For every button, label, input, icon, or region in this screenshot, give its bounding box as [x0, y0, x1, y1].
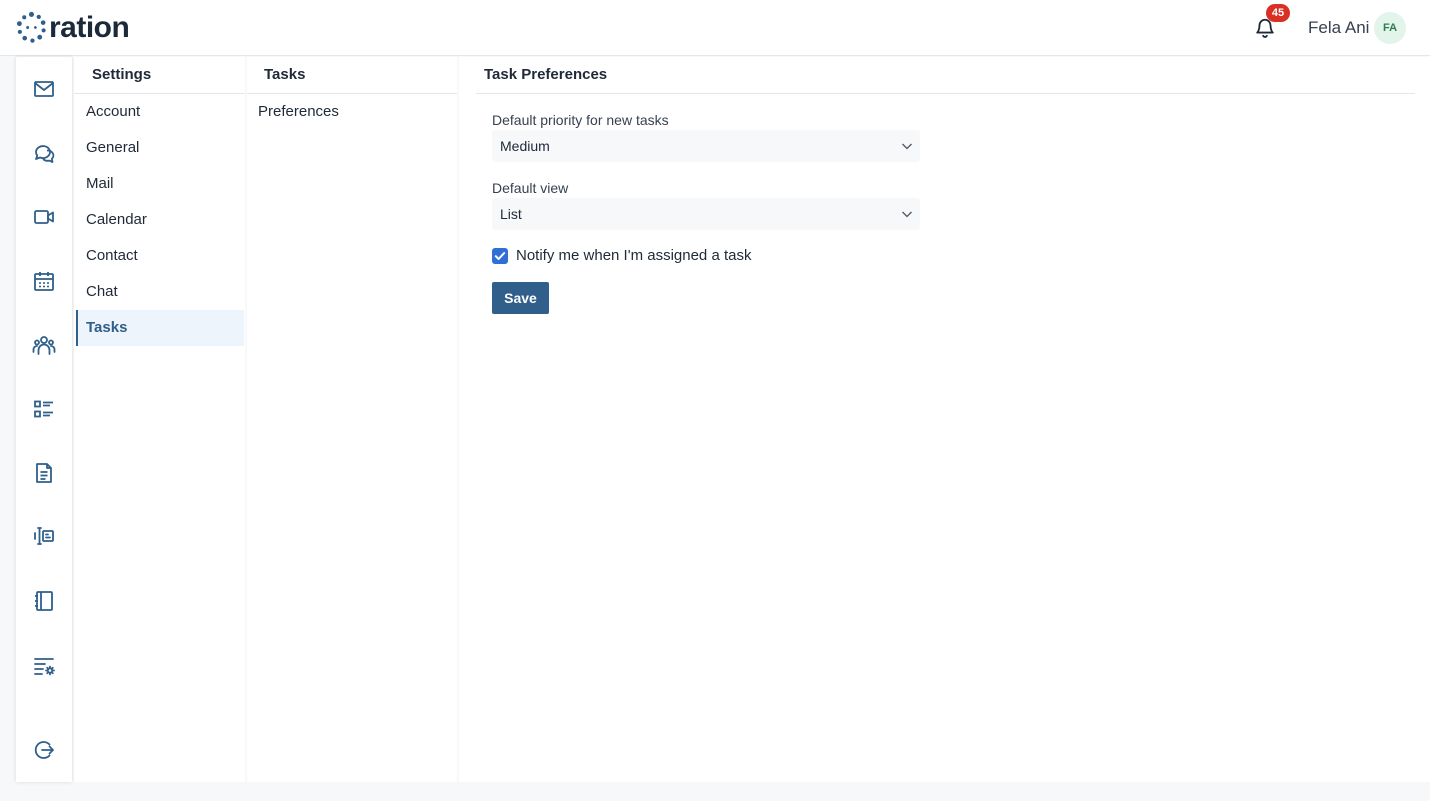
- submenu-item-preferences[interactable]: Preferences: [258, 94, 339, 130]
- calendar-icon[interactable]: [32, 269, 56, 293]
- settings-title: Settings: [74, 57, 245, 94]
- document-icon[interactable]: [32, 461, 56, 485]
- settings-item-account[interactable]: Account: [76, 94, 244, 130]
- view-select-value: List: [500, 206, 522, 222]
- notify-checkbox-label[interactable]: Notify me when I'm assigned a task: [516, 247, 751, 264]
- settings-panel: Settings Account General Mail Calendar C…: [74, 57, 245, 782]
- view-label: Default view: [492, 180, 569, 196]
- priority-select[interactable]: Medium: [492, 130, 920, 162]
- mail-icon[interactable]: [32, 77, 56, 101]
- tasks-icon[interactable]: [32, 397, 56, 421]
- kanban-icon[interactable]: [32, 524, 56, 548]
- checkmark-icon: [494, 252, 506, 260]
- tasks-submenu-title: Tasks: [247, 57, 457, 94]
- save-button[interactable]: Save: [492, 282, 549, 314]
- user-name[interactable]: Fela Ani: [1308, 18, 1369, 38]
- settings-item-general[interactable]: General: [76, 130, 244, 166]
- priority-label: Default priority for new tasks: [492, 112, 669, 128]
- top-header: ration 45 Fela Ani FA: [0, 0, 1430, 56]
- settings-item-calendar[interactable]: Calendar: [76, 202, 244, 238]
- chevron-down-icon: [902, 143, 912, 150]
- chevron-down-icon: [902, 211, 912, 218]
- settings-item-chat[interactable]: Chat: [76, 274, 244, 310]
- chat-icon[interactable]: [32, 141, 56, 165]
- avatar[interactable]: FA: [1374, 12, 1406, 44]
- priority-select-value: Medium: [500, 138, 550, 154]
- contacts-icon[interactable]: [32, 333, 56, 357]
- notification-count-badge: 45: [1266, 4, 1290, 22]
- settings-item-mail[interactable]: Mail: [76, 166, 244, 202]
- logo-text: ration: [49, 11, 130, 44]
- task-preferences-panel: Task Preferences Default priority for ne…: [459, 57, 1430, 782]
- logo-mark-icon: [16, 11, 46, 43]
- app-nav-rail: [16, 57, 72, 782]
- settings-item-contact[interactable]: Contact: [76, 238, 244, 274]
- app-logo[interactable]: ration: [16, 11, 130, 44]
- view-select[interactable]: List: [492, 198, 920, 230]
- settings-list-icon[interactable]: [32, 654, 56, 678]
- settings-item-tasks[interactable]: Tasks: [76, 310, 244, 346]
- page-title: Task Preferences: [476, 57, 1415, 94]
- notify-checkbox[interactable]: [492, 248, 508, 264]
- tasks-submenu-panel: Tasks Preferences: [247, 57, 457, 782]
- logout-icon[interactable]: [32, 738, 56, 762]
- notebook-icon[interactable]: [32, 589, 56, 613]
- video-icon[interactable]: [32, 205, 56, 229]
